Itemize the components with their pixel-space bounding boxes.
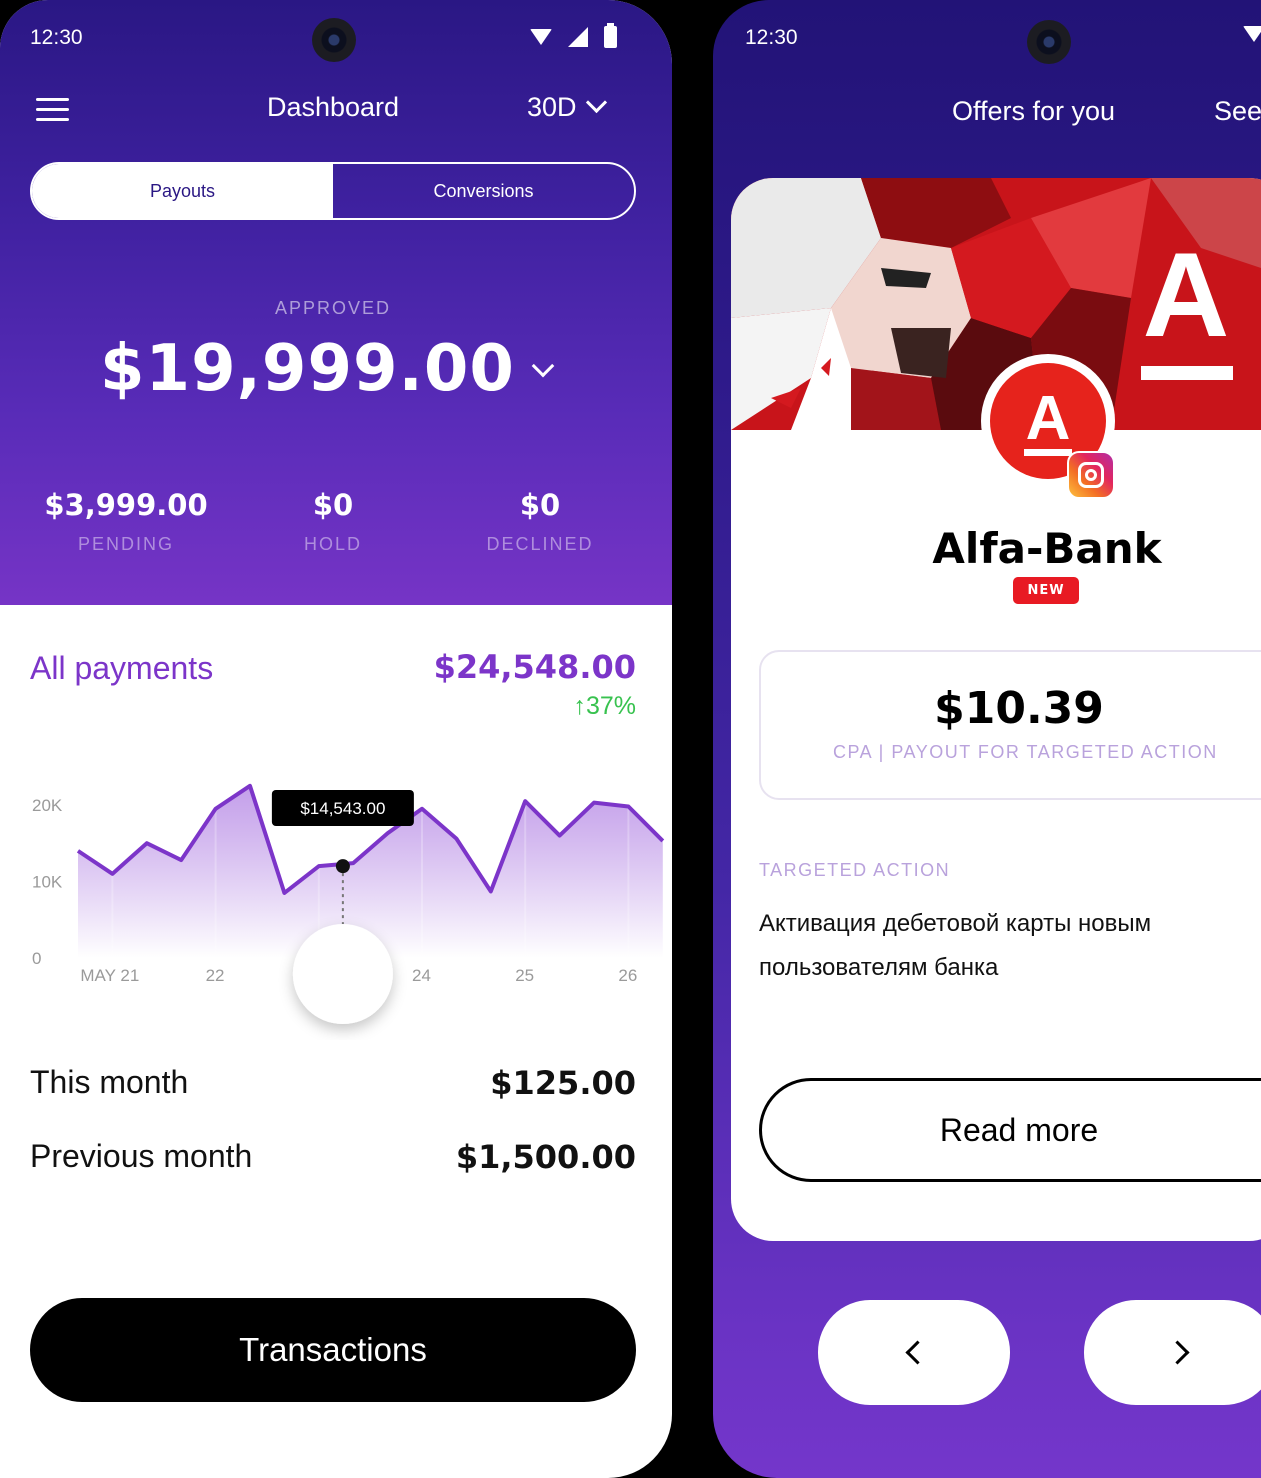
chart-y-tick-label: 20K bbox=[32, 796, 63, 815]
system-icons bbox=[530, 23, 617, 48]
tooltip-label: $14,543.00 bbox=[300, 799, 385, 818]
dashboard-phone: 12:30 Dashboard 30D Payouts Conversions … bbox=[0, 0, 672, 1478]
approved-value: $19,999.00 bbox=[100, 332, 515, 406]
svg-text:A: A bbox=[1026, 384, 1071, 453]
read-more-button[interactable]: Read more bbox=[759, 1078, 1261, 1182]
stat-value: $0 bbox=[312, 488, 354, 522]
wifi-icon bbox=[530, 29, 552, 45]
all-payments-label: All payments bbox=[30, 650, 214, 686]
segmented-control: Payouts Conversions bbox=[30, 162, 636, 220]
payments-chart[interactable]: 20K10K0MAY 212223242526$14,543.00 bbox=[0, 730, 672, 1040]
see-all-link[interactable]: See all bbox=[1214, 96, 1261, 127]
targeted-action-text: Активация дебетовой карты новым пользова… bbox=[759, 910, 1152, 981]
payout-value: $10.39 bbox=[934, 683, 1104, 734]
approved-chevron-down-icon[interactable] bbox=[531, 354, 555, 378]
targeted-action-label: TARGETED ACTION bbox=[759, 860, 951, 880]
stat-declined: $0 DECLINED bbox=[470, 488, 610, 555]
chart-y-tick-label: 10K bbox=[32, 872, 63, 891]
stat-label: DECLINED bbox=[486, 534, 594, 554]
chart-x-tick-label: 26 bbox=[618, 966, 637, 985]
signal-icon bbox=[568, 27, 588, 47]
status-bar: 12:30 bbox=[745, 20, 1261, 64]
instagram-icon bbox=[1067, 451, 1115, 499]
chart-y-tick-label: 0 bbox=[32, 949, 41, 968]
svg-text:A: A bbox=[1143, 228, 1230, 362]
new-badge: NEW bbox=[1013, 577, 1079, 604]
period-label: 30D bbox=[527, 92, 577, 122]
period-selector[interactable]: 30D bbox=[527, 91, 607, 123]
previous-month-value: $1,500.00 bbox=[455, 1138, 636, 1176]
stat-value: $3,999.00 bbox=[44, 488, 208, 522]
battery-icon bbox=[604, 23, 617, 48]
all-payments-change: ↑37% bbox=[573, 692, 636, 720]
stat-label: HOLD bbox=[303, 534, 362, 554]
chevron-right-icon bbox=[1164, 1340, 1190, 1365]
tooltip-point bbox=[335, 859, 350, 874]
stat-pending: $3,999.00 PENDING bbox=[30, 488, 222, 555]
stat-value: $0 bbox=[519, 488, 561, 522]
payout-description: CPA | PAYOUT FOR TARGETED ACTION bbox=[833, 742, 1218, 762]
transactions-button[interactable]: Transactions bbox=[30, 1298, 636, 1402]
approved-label: APPROVED bbox=[274, 298, 392, 318]
wifi-icon bbox=[1243, 26, 1261, 42]
offer-card: A A Alfa-Bank NEW $10.39 CPA | PAYOUT FO… bbox=[731, 178, 1261, 1241]
camera-icon bbox=[312, 18, 356, 62]
dashboard-header: 12:30 Dashboard 30D Payouts Conversions … bbox=[0, 0, 672, 605]
this-month-value: $125.00 bbox=[490, 1064, 636, 1102]
chart-x-tick-label: 22 bbox=[206, 966, 225, 985]
prev-offer-button[interactable] bbox=[818, 1300, 1010, 1405]
status-time: 12:30 bbox=[30, 26, 83, 49]
status-time: 12:30 bbox=[745, 26, 798, 49]
system-icons bbox=[1243, 26, 1261, 42]
next-offer-button[interactable] bbox=[1084, 1300, 1261, 1405]
camera-icon bbox=[1027, 20, 1071, 64]
offers-phone: 12:30 Offers for you See all A bbox=[713, 0, 1261, 1478]
this-month-label: This month bbox=[30, 1064, 189, 1100]
status-bar: 12:30 bbox=[30, 18, 642, 62]
chevron-down-icon bbox=[585, 91, 607, 114]
chart-scrubber-knob bbox=[292, 924, 393, 1024]
chevron-left-icon bbox=[904, 1340, 930, 1365]
chart-x-tick-label: 25 bbox=[515, 966, 534, 985]
previous-month-label: Previous month bbox=[30, 1138, 253, 1174]
chart-x-tick-label: MAY 21 bbox=[80, 966, 139, 985]
stat-hold: $0 HOLD bbox=[272, 488, 394, 555]
chart-x-tick-label: 24 bbox=[412, 966, 431, 985]
tab-payouts[interactable]: Payouts bbox=[32, 164, 333, 218]
stat-label: PENDING bbox=[77, 534, 174, 554]
all-payments-value: $24,548.00 bbox=[433, 648, 636, 686]
tab-conversions[interactable]: Conversions bbox=[333, 164, 634, 218]
page-title: Offers for you bbox=[952, 96, 1116, 126]
brand-name: Alfa-Bank bbox=[932, 524, 1162, 573]
